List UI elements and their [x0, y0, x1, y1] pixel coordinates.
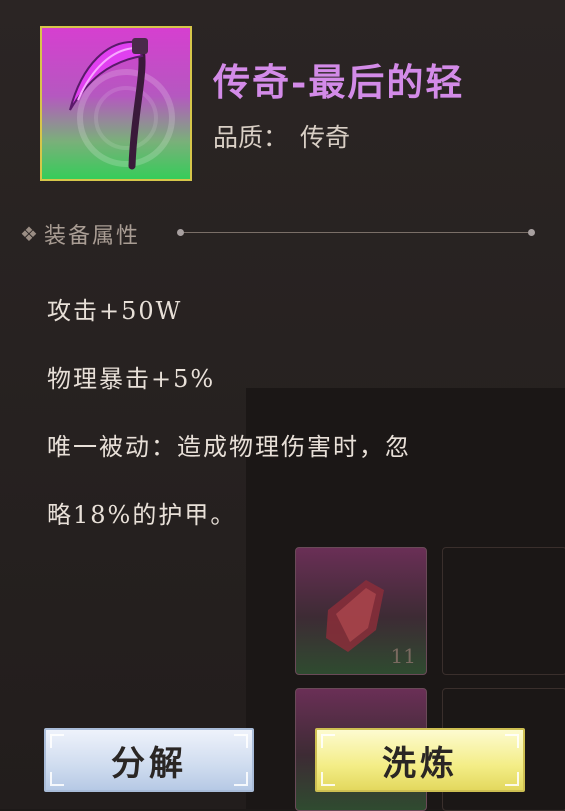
item-tooltip-panel: 11 传奇-最后的轻 品质： 传奇 ❖ 装备属性 攻击+50W 物理暴击+5% … — [0, 0, 565, 811]
refine-label: 洗炼 — [382, 743, 458, 784]
item-title: 传奇-最后的轻 — [213, 60, 465, 104]
item-icon-frame — [40, 26, 192, 181]
section-header: ❖ 装备属性 — [20, 218, 140, 250]
item-count: 11 — [390, 644, 416, 668]
quality-value: 传奇 — [299, 123, 350, 152]
quality-row: 品质： 传奇 — [213, 118, 350, 154]
inventory-slot[interactable] — [442, 547, 565, 675]
attribute-passive-line2: 略18%的护甲。 — [47, 501, 237, 529]
diamond-icon: ❖ — [20, 222, 38, 246]
refine-button[interactable]: 洗炼 — [315, 728, 525, 792]
scythe-icon — [69, 38, 175, 170]
inventory-slot[interactable]: 11 — [295, 547, 427, 675]
decompose-label: 分解 — [111, 743, 187, 784]
attribute-crit: 物理暴击+5% — [47, 365, 216, 393]
attribute-passive-line1: 唯一被动：造成物理伤害时，忽 — [47, 433, 411, 461]
attribute-attack: 攻击+50W — [47, 297, 183, 325]
decompose-button[interactable]: 分解 — [44, 728, 254, 792]
section-divider — [177, 229, 535, 236]
quality-label: 品质： — [213, 123, 289, 152]
section-title: 装备属性 — [43, 224, 140, 249]
